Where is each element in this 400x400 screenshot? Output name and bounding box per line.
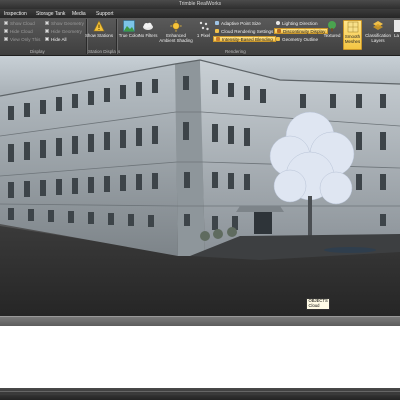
checkbox-icon: [45, 29, 49, 33]
adaptive-point-size-option[interactable]: Adaptive Point Size: [213, 20, 263, 26]
blending-icon: [216, 37, 220, 41]
hide-all-option[interactable]: Hide All: [45, 36, 67, 42]
hide-geometry-option[interactable]: Hide Geometry: [45, 28, 82, 34]
title-bar: Trimble RealWorks: [0, 0, 400, 9]
show-stations-button[interactable]: Show Stations: [85, 20, 113, 50]
ribbon-separator: [116, 19, 117, 54]
bottom-bar: [0, 388, 400, 400]
smooth-meshes-button[interactable]: Smooth Meshes: [343, 20, 362, 50]
ribbon: Show Cloud Hide Cloud View Only This Sho…: [0, 18, 400, 56]
point-cloud-scene: [0, 59, 400, 316]
menu-storage-tank[interactable]: Storage Tank: [36, 11, 65, 17]
tree-icon: [328, 21, 336, 32]
intensity-based-blending-option[interactable]: Intensity-Based Blending: [213, 36, 276, 42]
hide-cloud-option[interactable]: Hide Cloud: [4, 28, 33, 34]
menu-support[interactable]: Support: [96, 11, 114, 17]
sun-icon: [170, 20, 182, 32]
warning-triangle-icon: [93, 20, 105, 32]
cloud-icon: [143, 22, 153, 30]
cloud-rendering-settings-option[interactable]: Cloud Rendering Settings: [213, 28, 275, 34]
checkbox-icon: [4, 21, 8, 25]
show-cloud-option[interactable]: Show Cloud: [4, 20, 35, 26]
menu-media[interactable]: Media: [72, 11, 86, 17]
realworks-window: Trimble RealWorks Inspection Storage Tan…: [0, 0, 400, 400]
checkbox-icon: [4, 37, 8, 41]
show-geometry-option[interactable]: Show Geometry: [45, 20, 84, 26]
point-cloud-viewport[interactable]: OBJECTS Cloud: [0, 56, 400, 316]
outline-icon: [276, 37, 280, 41]
checkbox-icon: [4, 29, 8, 33]
bottom-scrollbar[interactable]: [0, 391, 400, 395]
lower-panel: [0, 326, 400, 388]
geometry-outline-option[interactable]: Geometry Outline: [274, 36, 320, 42]
dots-icon: [199, 21, 209, 31]
no-filters-button[interactable]: No Filters: [139, 20, 157, 50]
point-size-button[interactable]: 1 Pixel: [196, 20, 211, 50]
layer-icon: [393, 20, 400, 32]
layers-icon: [373, 21, 383, 30]
mesh-icon: [347, 21, 358, 33]
lighting-direction-option[interactable]: Lighting Direction: [274, 20, 320, 26]
view-only-this-option[interactable]: View Only This: [4, 36, 40, 42]
light-bulb-icon: [276, 21, 280, 25]
textured-button[interactable]: Textured: [322, 20, 342, 50]
app-title: Trimble RealWorks: [178, 1, 222, 7]
viewport-status-strip: [0, 316, 400, 326]
point-size-icon: [215, 21, 219, 25]
object-tooltip: OBJECTS Cloud: [306, 298, 331, 310]
menu-bar: Inspection Storage Tank Media Support: [0, 9, 400, 18]
classification-layers-button[interactable]: Classification Layers: [364, 20, 392, 50]
discontinuity-display-option[interactable]: Discontinuity Display: [274, 28, 329, 34]
checkbox-icon: [45, 37, 49, 41]
rendering-group-label: Rendering: [225, 49, 246, 54]
settings-icon: [215, 29, 219, 33]
true-color-button[interactable]: True Color: [119, 20, 139, 50]
checkbox-icon: [45, 21, 49, 25]
truncated-ribbon-button[interactable]: La: [393, 20, 400, 50]
enhanced-ambient-shading-button[interactable]: Enhanced Ambient Shading: [157, 20, 195, 50]
landscape-icon: [123, 20, 135, 32]
menu-inspection[interactable]: Inspection: [4, 11, 27, 17]
display-group-label: Display: [30, 49, 45, 54]
discontinuity-icon: [277, 29, 281, 33]
